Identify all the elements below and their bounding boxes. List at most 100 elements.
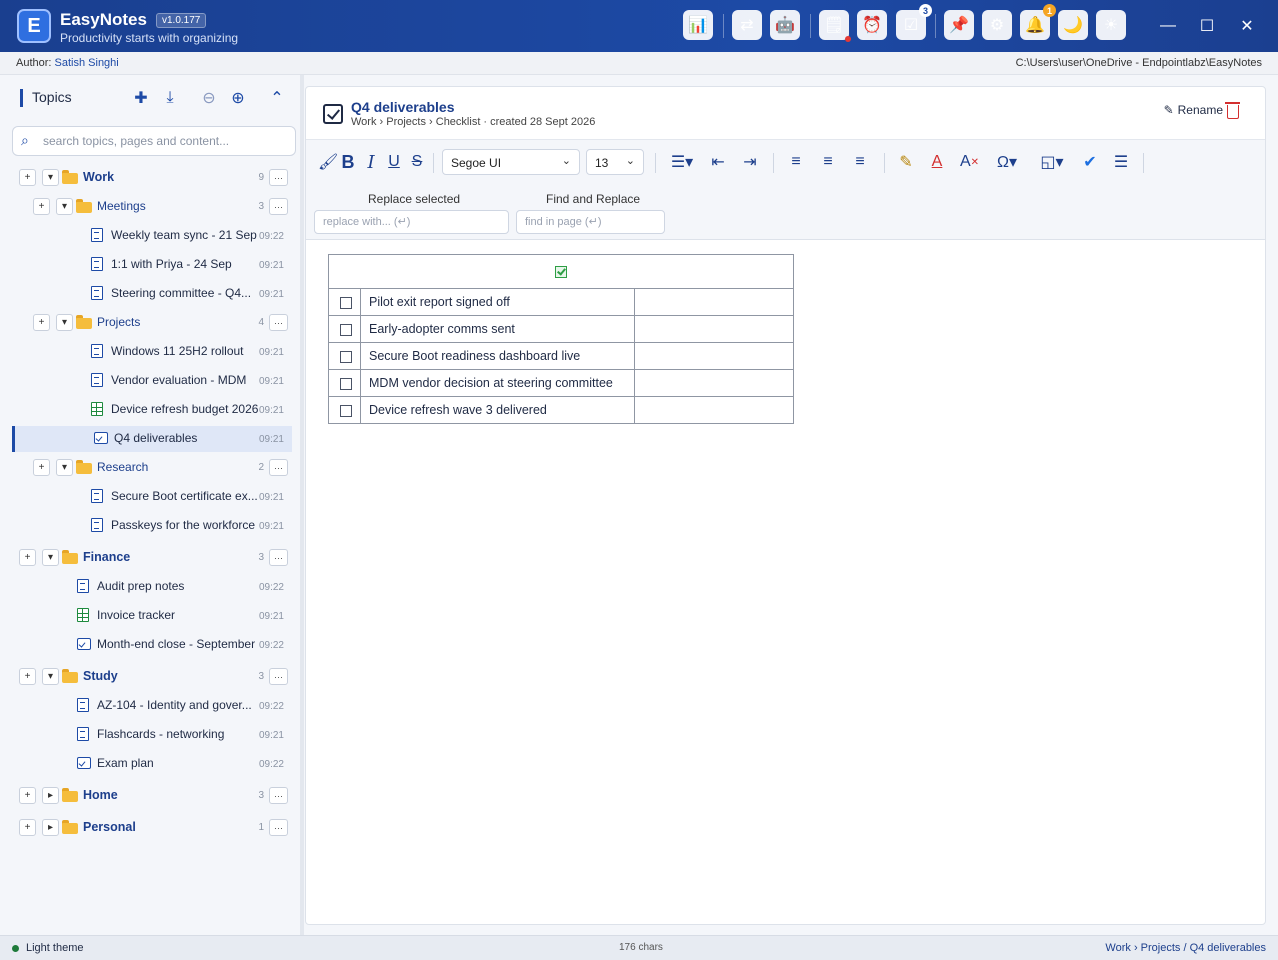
clear-format-icon[interactable]: A ✕ <box>960 151 979 173</box>
checklist-header-check-icon[interactable] <box>555 266 567 278</box>
more-options-button[interactable]: ··· <box>269 549 288 566</box>
add-page-button[interactable]: + <box>19 819 36 836</box>
breadcrumb[interactable]: Work › Projects / Q4 deliverables <box>1105 942 1266 954</box>
page-row[interactable]: Flashcards - networking 09:21 <box>12 722 292 748</box>
page-row[interactable]: Steering committee - Q4... 09:21 <box>12 281 292 307</box>
checklist-checkbox[interactable] <box>340 351 352 363</box>
page-row[interactable]: Windows 11 25H2 rollout 09:21 <box>12 339 292 365</box>
more-options-button[interactable]: ··· <box>269 819 288 836</box>
special-character-icon[interactable]: Ω▾ <box>992 151 1022 173</box>
font-size-select[interactable]: 13 ⌄ <box>586 149 644 175</box>
page-row[interactable]: Month-end close - September 09:22 <box>12 632 292 658</box>
folder-row[interactable]: + ▸ Home 3 ··· <box>12 783 292 809</box>
font-color-icon[interactable]: A <box>928 151 946 173</box>
align-right-icon[interactable]: ≡ <box>851 151 869 173</box>
notes-list-icon[interactable]: 🗒 <box>819 10 851 42</box>
page-row[interactable]: AZ-104 - Identity and gover... 09:22 <box>12 693 292 719</box>
zoom-in-icon[interactable]: ⊕ <box>227 87 249 109</box>
sync-icon[interactable]: ⇄ <box>732 10 762 40</box>
more-options-button[interactable]: ··· <box>269 668 288 685</box>
delete-trash-icon[interactable] <box>1225 102 1240 119</box>
folder-row[interactable]: + ▾ Work 9 ··· <box>12 165 292 191</box>
chevron-down-icon[interactable]: ▾ <box>56 459 73 476</box>
page-row[interactable]: Audit prep notes 09:22 <box>12 574 292 600</box>
checklist-item-text[interactable]: MDM vendor decision at steering committe… <box>361 370 635 396</box>
chevron-right-icon[interactable]: ▸ <box>42 819 59 836</box>
add-page-button[interactable]: + <box>33 314 50 331</box>
checklist-item-text[interactable]: Pilot exit report signed off <box>361 289 635 315</box>
theme-status[interactable]: Light theme <box>26 942 83 954</box>
checklist-notes-cell[interactable] <box>635 343 793 369</box>
page-row[interactable]: Q4 deliverables 09:21 <box>12 426 292 452</box>
sun-icon[interactable]: ☀ <box>1096 10 1126 40</box>
page-row[interactable]: 1:1 with Priya - 24 Sep 09:21 <box>12 252 292 278</box>
outdent-icon[interactable]: ⇤ <box>709 151 727 173</box>
highlight-icon[interactable]: ✎ <box>897 151 915 173</box>
page-row[interactable]: Secure Boot certificate ex... 09:21 <box>12 484 292 510</box>
collapse-all-icon[interactable]: ⌃ <box>266 87 288 109</box>
settings-gear-icon[interactable]: ⚙ <box>982 10 1012 40</box>
checklist-notes-cell[interactable] <box>635 316 793 342</box>
align-left-icon[interactable]: ≡ <box>787 151 805 173</box>
bold-icon[interactable]: B <box>339 151 357 173</box>
folder-row[interactable]: + ▾ Projects 4 ··· <box>12 310 292 336</box>
robot-icon[interactable]: 🤖 <box>770 10 800 40</box>
horizontal-rule-icon[interactable]: ☰ <box>1112 151 1130 173</box>
checklist-checkbox[interactable] <box>340 378 352 390</box>
chevron-down-icon[interactable]: ▾ <box>56 314 73 331</box>
alarm-clock-icon[interactable]: ⏰ <box>857 10 887 40</box>
page-row[interactable]: Invoice tracker 09:21 <box>12 603 292 629</box>
rename-button[interactable]: ✎ Rename <box>1164 103 1223 117</box>
bullet-list-icon[interactable]: ☰▾ <box>667 151 697 173</box>
chevron-right-icon[interactable]: ▸ <box>42 787 59 804</box>
page-row[interactable]: Device refresh budget 2026 09:21 <box>12 397 292 423</box>
italic-icon[interactable]: I <box>362 151 380 173</box>
replace-input[interactable] <box>314 210 509 234</box>
chevron-down-icon[interactable]: ▾ <box>56 198 73 215</box>
find-input[interactable] <box>516 210 665 234</box>
tasks-icon[interactable]: ☑ 3 <box>896 4 932 40</box>
align-center-icon[interactable]: ≡ <box>819 151 837 173</box>
underline-icon[interactable]: U <box>385 151 403 173</box>
more-options-button[interactable]: ··· <box>269 459 288 476</box>
more-options-button[interactable]: ··· <box>269 169 288 186</box>
add-page-button[interactable]: + <box>33 459 50 476</box>
checklist-checkbox[interactable] <box>340 324 352 336</box>
page-row[interactable]: Passkeys for the workforce 09:21 <box>12 513 292 539</box>
page-row[interactable]: Exam plan 09:22 <box>12 751 292 777</box>
checklist-item-text[interactable]: Early-adopter comms sent <box>361 316 635 342</box>
checklist-notes-cell[interactable] <box>635 289 793 315</box>
checklist-checkbox[interactable] <box>340 405 352 417</box>
maximize-icon[interactable]: ☐ <box>1196 15 1218 37</box>
checklist-item-text[interactable]: Device refresh wave 3 delivered <box>361 397 635 423</box>
folder-row[interactable]: + ▾ Study 3 ··· <box>12 664 292 690</box>
page-row[interactable]: Weekly team sync - 21 Sep 09:22 <box>12 223 292 249</box>
chevron-down-icon[interactable]: ▾ <box>42 549 59 566</box>
sidebar-splitter[interactable] <box>300 75 304 935</box>
more-options-button[interactable]: ··· <box>269 198 288 215</box>
shapes-icon[interactable]: ◱▾ <box>1037 151 1067 173</box>
pin-icon[interactable]: 📌 <box>944 10 974 40</box>
chevron-down-icon[interactable]: ▾ <box>42 169 59 186</box>
dashboard-icon[interactable]: 📊 <box>683 10 713 40</box>
search-input[interactable] <box>43 133 288 149</box>
checklist-item-text[interactable]: Secure Boot readiness dashboard live <box>361 343 635 369</box>
add-topic-icon[interactable]: ✚ <box>130 87 152 109</box>
folder-row[interactable]: + ▾ Finance 3 ··· <box>12 545 292 571</box>
spellcheck-icon[interactable]: ✔ <box>1081 151 1099 173</box>
chevron-down-icon[interactable]: ▾ <box>42 668 59 685</box>
import-download-icon[interactable]: ⤓ <box>159 87 181 109</box>
moon-icon[interactable]: 🌙 <box>1058 10 1088 40</box>
bell-icon[interactable]: 🔔 1 <box>1020 4 1056 40</box>
add-page-button[interactable]: + <box>19 169 36 186</box>
folder-row[interactable]: + ▾ Research 2 ··· <box>12 455 292 481</box>
add-page-button[interactable]: + <box>19 549 36 566</box>
indent-icon[interactable]: ⇥ <box>741 151 759 173</box>
minimize-icon[interactable]: — <box>1157 15 1179 37</box>
font-family-select[interactable]: Segoe UI ⌄ <box>442 149 580 175</box>
add-page-button[interactable]: + <box>19 787 36 804</box>
zoom-out-icon[interactable]: ⊖ <box>198 87 220 109</box>
add-page-button[interactable]: + <box>33 198 50 215</box>
checklist-notes-cell[interactable] <box>635 370 793 396</box>
strikethrough-icon[interactable]: S <box>408 151 426 173</box>
